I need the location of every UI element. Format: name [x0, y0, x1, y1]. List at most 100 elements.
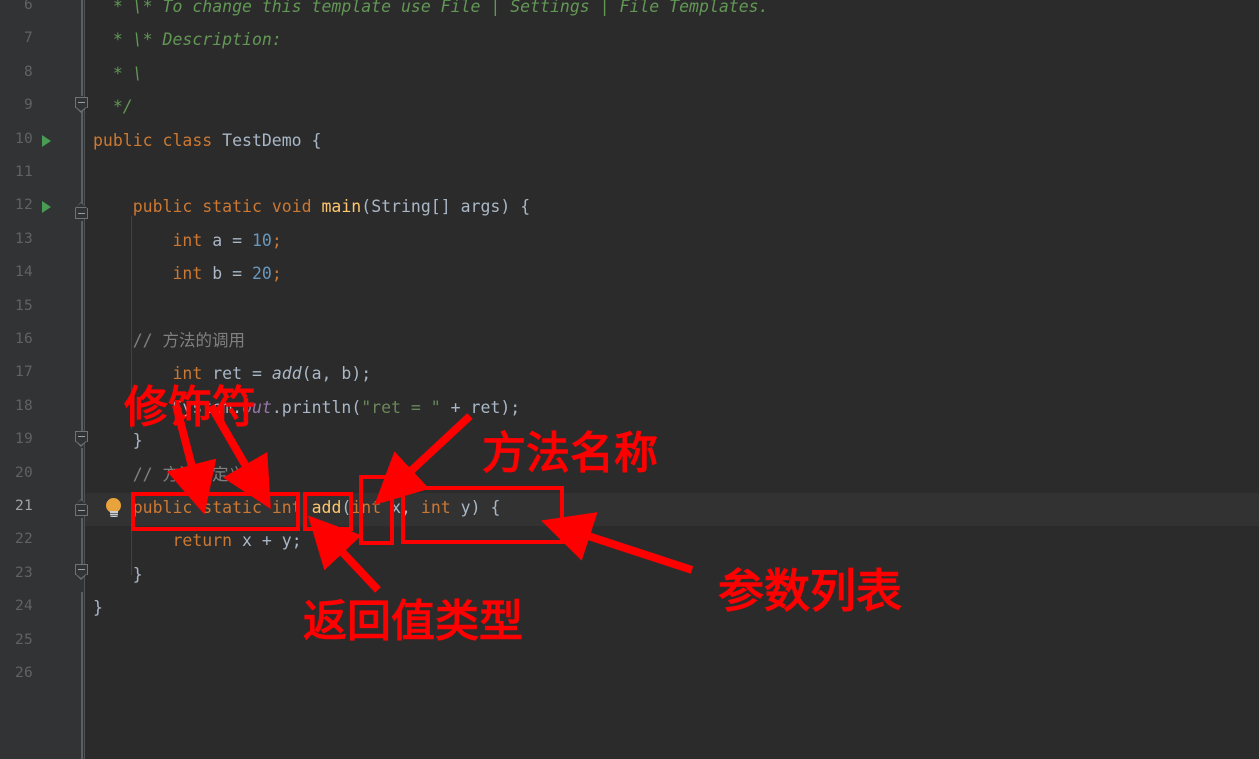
code-line-text: // 方法的定义: [93, 458, 245, 491]
gutter-line-26[interactable]: 26: [0, 658, 84, 691]
code-line-text: }: [93, 424, 143, 457]
code-token: x: [391, 498, 402, 517]
code-line-18[interactable]: System.out.println("ret = " + ret);: [85, 391, 1259, 424]
gutter-line-18[interactable]: 18: [0, 391, 84, 424]
code-line-text: * \* Description:: [93, 23, 282, 56]
line-number: 12: [14, 197, 33, 214]
line-number: 14: [14, 264, 33, 281]
run-triangle-icon[interactable]: [42, 201, 51, 214]
code-line-21[interactable]: public static int add(int x, int y) {: [85, 491, 1259, 524]
code-token: =: [251, 364, 262, 384]
code-line-25[interactable]: [85, 625, 1259, 658]
gutter-line-13[interactable]: 13: [0, 224, 84, 257]
line-number: 24: [14, 598, 33, 615]
code-line-text: }: [93, 558, 143, 591]
code-line-9[interactable]: */: [85, 90, 1259, 123]
gutter-line-20[interactable]: 20: [0, 458, 84, 491]
gutter-line-11[interactable]: 11: [0, 157, 84, 190]
code-line-6[interactable]: * \* To change this template use File | …: [85, 0, 1259, 23]
code-line-16[interactable]: // 方法的调用: [85, 324, 1259, 357]
code-line-7[interactable]: * \* Description:: [85, 23, 1259, 56]
code-token: =: [232, 230, 243, 250]
code-editor[interactable]: 6 7 8 9 10 11 12 13 14 15 16 17 18 19 20 21 22 23 24 25 26 *…: [0, 0, 1259, 759]
code-line-22[interactable]: return x + y;: [85, 524, 1259, 557]
code-token: .: [232, 397, 243, 417]
code-token: // 方法的调用: [93, 331, 246, 350]
code-token: .println(: [271, 397, 362, 417]
gutter-line-15[interactable]: 15: [0, 291, 84, 324]
code-line-15[interactable]: [85, 291, 1259, 324]
code-token: System: [172, 397, 233, 417]
line-number: 17: [14, 364, 33, 381]
code-line-13[interactable]: int a = 10;: [85, 224, 1259, 257]
code-line-20[interactable]: // 方法的定义: [85, 458, 1259, 491]
gutter-line-14[interactable]: 14: [0, 257, 84, 290]
line-number: 23: [14, 564, 33, 581]
gutter-line-10[interactable]: 10: [0, 124, 84, 157]
gutter-line-17[interactable]: 17: [0, 357, 84, 390]
code-token: * \: [93, 63, 143, 83]
gutter-line-21[interactable]: 21: [0, 491, 84, 524]
code-token: ;: [271, 264, 282, 284]
line-number: 18: [14, 397, 33, 414]
gutter-line-23[interactable]: 23: [0, 558, 84, 591]
code-line-text: * \* To change this template use File | …: [93, 0, 769, 23]
line-number: 26: [14, 665, 33, 681]
code-line-10[interactable]: public class TestDemo {: [85, 124, 1259, 157]
gutter-line-25[interactable]: 25: [0, 625, 84, 658]
code-line-23[interactable]: }: [85, 558, 1259, 591]
line-number: 16: [14, 331, 33, 347]
run-triangle-icon[interactable]: [42, 134, 51, 147]
code-token: =: [232, 264, 243, 284]
code-token: a: [202, 230, 233, 250]
gutter-line-9[interactable]: 9: [0, 90, 84, 123]
gutter-line-6[interactable]: 6: [0, 0, 84, 23]
gutter-line-16[interactable]: 16: [0, 324, 84, 357]
code-token: ret: [202, 364, 252, 384]
code-token: x: [242, 531, 252, 551]
line-number: 6: [23, 0, 33, 13]
gutter-line-22[interactable]: 22: [0, 524, 84, 557]
code-token: int: [172, 230, 203, 250]
code-line-14[interactable]: int b = 20;: [85, 257, 1259, 290]
line-number: 10: [14, 130, 33, 147]
code-line-11[interactable]: [85, 157, 1259, 190]
code-token: int: [271, 498, 302, 517]
line-number: 7: [23, 30, 33, 47]
code-line-text: */: [93, 90, 133, 123]
gutter-line-8[interactable]: 8: [0, 57, 84, 90]
gutter-line-7[interactable]: 7: [0, 23, 84, 56]
code-line-12[interactable]: public static void main(String[] args) {: [85, 190, 1259, 223]
code-token: + ret);: [440, 397, 521, 417]
code-token: int: [172, 364, 203, 384]
code-line-17[interactable]: int ret = add(a, b);: [85, 357, 1259, 390]
code-line-19[interactable]: }: [85, 424, 1259, 457]
code-token: return: [172, 531, 233, 551]
gutter-line-12[interactable]: 12: [0, 190, 84, 223]
code-token: (a, b);: [301, 364, 372, 384]
line-number: 21: [14, 498, 33, 514]
code-token: }: [93, 564, 143, 584]
code-line-8[interactable]: * \: [85, 57, 1259, 90]
code-token: public static void: [132, 197, 322, 217]
code-token: y: [460, 498, 471, 517]
gutter-line-24[interactable]: 24: [0, 591, 84, 624]
code-token: (: [361, 197, 372, 217]
code-text-area[interactable]: * \* To change this template use File | …: [85, 0, 1259, 759]
line-number: 25: [14, 631, 33, 648]
line-number: 19: [14, 431, 33, 448]
code-token: ,: [401, 498, 421, 517]
gutter-line-19[interactable]: 19: [0, 424, 84, 457]
code-line-24[interactable]: }: [85, 591, 1259, 624]
code-line-26[interactable]: [85, 658, 1259, 691]
